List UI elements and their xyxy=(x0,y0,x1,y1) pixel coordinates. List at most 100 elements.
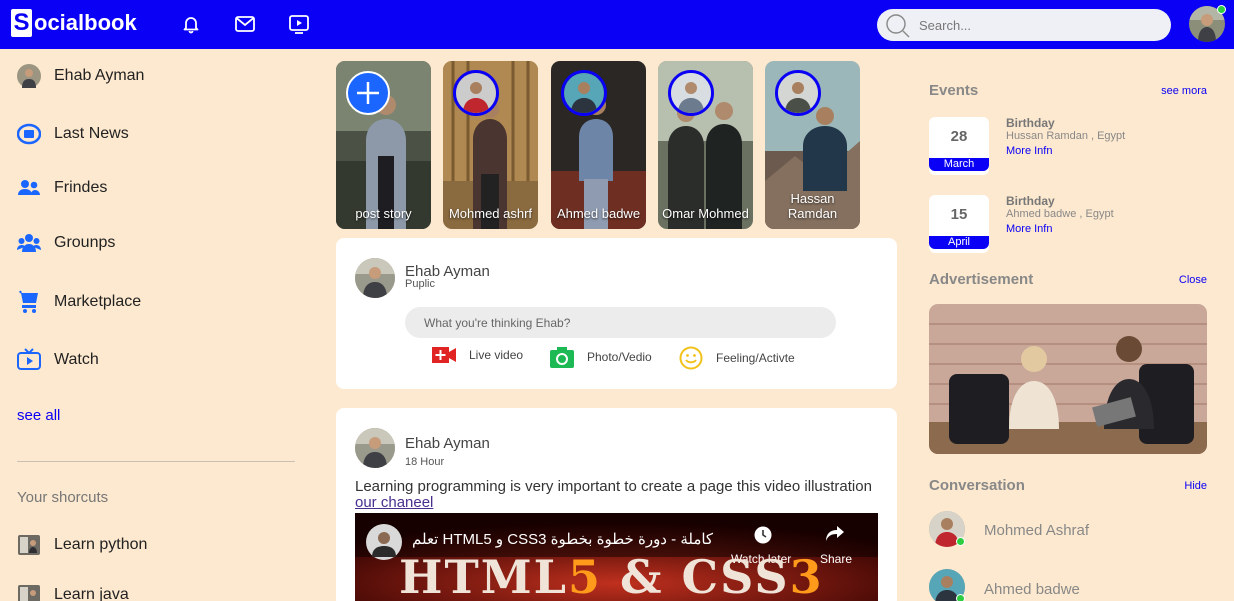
plus-icon xyxy=(357,82,379,104)
event-title: Birthday xyxy=(1006,194,1055,208)
story-name: Mohmed ashrf xyxy=(448,206,533,221)
story-card-post[interactable]: post story xyxy=(336,61,431,229)
logo-letter: S xyxy=(11,9,32,37)
event-month: March xyxy=(929,158,989,171)
event-title: Birthday xyxy=(1006,116,1055,130)
action-label: Live video xyxy=(469,348,524,362)
share-icon[interactable] xyxy=(825,525,845,543)
story-card[interactable]: Omar Mohmed xyxy=(658,61,753,229)
java-thumbnail-icon xyxy=(17,583,41,601)
shortcut-label: Learn java xyxy=(54,586,129,601)
conversation-name[interactable]: Mohmed Ashraf xyxy=(984,522,1089,539)
events-see-more-link[interactable]: see mora xyxy=(1161,85,1207,97)
python-thumbnail-icon xyxy=(17,533,41,557)
banner-text: 5 xyxy=(567,550,602,601)
event-date-badge: 15 April xyxy=(929,195,989,253)
story-name: Hassan Ramdan xyxy=(787,191,838,221)
conversation-hide-link[interactable]: Hide xyxy=(1184,480,1207,492)
action-label: Feeling/Activte xyxy=(716,351,795,365)
channel-link[interactable]: our chaneel xyxy=(355,494,433,511)
mail-icon[interactable] xyxy=(233,12,257,36)
online-status-dot xyxy=(956,537,965,546)
add-story-button[interactable] xyxy=(346,71,390,115)
story-card[interactable]: Ahmed badwe xyxy=(551,61,646,229)
sidebar-item-profile[interactable]: Ehab Ayman xyxy=(17,64,144,88)
conversation-name[interactable]: Ahmed badwe xyxy=(984,581,1080,598)
advertisement-close-link[interactable]: Close xyxy=(1179,274,1207,286)
socialbook-logo[interactable]: S ocialbook xyxy=(11,9,137,37)
video-icon[interactable] xyxy=(287,12,311,36)
events-title: Events xyxy=(929,82,979,99)
logo-text: ocialbook xyxy=(34,10,137,35)
sidebar-item-label: Watch xyxy=(54,351,99,368)
clock-icon[interactable] xyxy=(753,525,773,545)
event-more-info-link[interactable]: More Infn xyxy=(1006,145,1052,157)
news-icon xyxy=(17,122,41,146)
post-input[interactable]: What you're thinking Ehab? xyxy=(405,307,836,338)
post-author-avatar[interactable] xyxy=(355,428,395,468)
online-status-dot xyxy=(1217,5,1226,14)
friends-icon xyxy=(17,176,41,200)
search-input[interactable] xyxy=(919,16,1149,34)
event-day: 28 xyxy=(950,128,968,145)
composer-avatar[interactable] xyxy=(355,258,395,298)
conversation-title: Conversation xyxy=(929,477,1025,494)
story-card[interactable]: Mohmed ashrf xyxy=(443,61,538,229)
shortcut-label: Learn python xyxy=(54,536,148,553)
sidebar-divider xyxy=(17,461,295,462)
shortcuts-title: Your shorcuts xyxy=(17,489,109,506)
camera-icon xyxy=(550,347,574,368)
bell-icon[interactable] xyxy=(179,12,203,36)
search-icon xyxy=(886,14,910,38)
sidebar-item-label: Ehab Ayman xyxy=(54,67,145,84)
post-text: Learning programming is very important t… xyxy=(355,479,885,511)
composer-privacy[interactable]: Puplic xyxy=(405,278,435,290)
youtube-video-embed[interactable]: تعلم HTML5 و CSS3 كاملة - دورة خطوة بخطو… xyxy=(355,513,878,601)
sidebar-item-marketplace[interactable]: Marketplace xyxy=(17,290,141,314)
search-box[interactable] xyxy=(877,9,1171,41)
sidebar-item-label: Grounps xyxy=(54,234,116,251)
post-card: Ehab Ayman 18 Hour Learning programming … xyxy=(336,408,897,601)
banner-text: & CSS xyxy=(601,550,790,601)
live-video-button[interactable]: Live video xyxy=(432,346,523,364)
shortcut-item-python[interactable]: Learn python xyxy=(17,533,147,557)
top-navbar: S ocialbook xyxy=(0,0,1234,49)
feeling-activity-button[interactable]: Feeling/Activte xyxy=(679,346,795,370)
advertisement-image[interactable] xyxy=(929,304,1207,454)
video-title[interactable]: تعلم HTML5 و CSS3 كاملة - دورة خطوة بخطو… xyxy=(412,530,713,548)
sidebar-item-friends[interactable]: Frindes xyxy=(17,176,107,200)
live-video-icon xyxy=(432,347,456,363)
smiley-icon xyxy=(679,346,703,370)
share-label[interactable]: Share xyxy=(820,552,852,566)
story-card[interactable]: Hassan Ramdan xyxy=(765,61,860,229)
sidebar-item-label: Last News xyxy=(54,125,129,142)
photo-video-button[interactable]: Photo/Vedio xyxy=(550,346,652,368)
story-name: Omar Mohmed xyxy=(662,206,749,221)
story-name: post story xyxy=(355,206,412,221)
sidebar-item-last-news[interactable]: Last News xyxy=(17,122,129,146)
banner-text: HTML xyxy=(399,550,568,601)
shortcut-item-java[interactable]: Learn java xyxy=(17,583,129,601)
banner-text: 3 xyxy=(789,550,824,601)
marketplace-icon xyxy=(17,290,41,314)
advertisement-title: Advertisement xyxy=(929,271,1034,288)
post-author-name[interactable]: Ehab Ayman xyxy=(405,435,490,452)
story-avatar xyxy=(561,70,607,116)
event-date-badge: 28 March xyxy=(929,117,989,175)
sidebar-item-watch[interactable]: Watch xyxy=(17,348,99,372)
event-month: April xyxy=(929,236,989,249)
video-banner: HTML5 & CSS3 xyxy=(399,553,824,601)
online-status-dot xyxy=(956,594,965,601)
see-all-link[interactable]: see all xyxy=(17,407,60,424)
create-post-card: Ehab Ayman Puplic What you're thinking E… xyxy=(336,238,897,389)
watch-icon xyxy=(17,348,41,372)
story-avatar xyxy=(775,70,821,116)
post-time: 18 Hour xyxy=(405,456,445,468)
sidebar-item-groups[interactable]: Grounps xyxy=(17,231,115,255)
story-avatar xyxy=(453,70,499,116)
sidebar-item-label: Marketplace xyxy=(54,293,142,310)
event-more-info-link[interactable]: More Infn xyxy=(1006,223,1052,235)
event-day: 15 xyxy=(950,206,968,223)
event-detail: Ahmed badwe , Egypt xyxy=(1006,208,1114,220)
groups-icon xyxy=(17,231,41,255)
